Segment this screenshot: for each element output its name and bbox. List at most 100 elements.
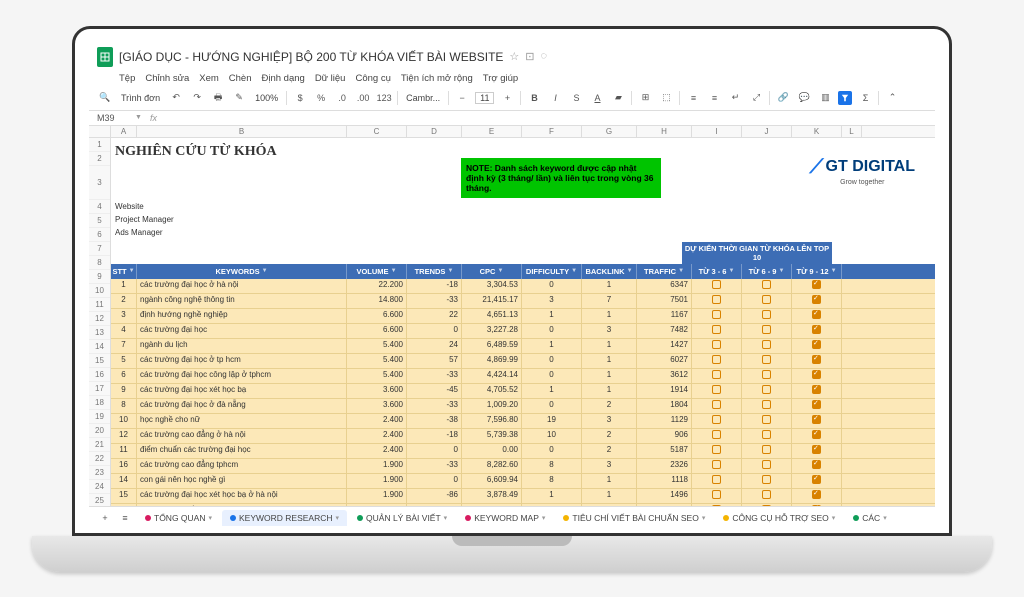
checkbox[interactable] [712,385,721,394]
cell[interactable]: -33 [407,459,462,473]
checkbox[interactable] [762,385,771,394]
checkbox[interactable] [812,280,821,289]
table-row[interactable]: 15các trường đại học xét học bạ ở hà nội… [111,489,935,504]
row-header[interactable]: 2 [89,152,110,166]
cell[interactable]: 16 [111,459,137,473]
table-header[interactable]: TRAFFIC▼ [637,264,692,279]
checkbox[interactable] [812,340,821,349]
menu-format[interactable]: Định dạng [262,73,305,84]
cell[interactable]: 0 [522,324,582,338]
checkbox[interactable] [812,295,821,304]
sheet-tab[interactable]: KEYWORD MAP▾ [457,510,553,526]
checkbox[interactable] [762,370,771,379]
cell[interactable]: các trường đại học ở tp hcm [137,354,347,368]
cell[interactable]: 1118 [637,474,692,488]
checkbox[interactable] [762,295,771,304]
checkbox[interactable] [712,325,721,334]
zoom-select[interactable]: 100% [252,93,281,103]
checkbox[interactable] [812,325,821,334]
cell[interactable]: 8 [111,399,137,413]
cell[interactable]: các trường đại học công lập ở tphcm [137,369,347,383]
checkbox[interactable] [812,415,821,424]
cell[interactable]: điểm chuẩn các trường đại học [137,444,347,458]
row-header[interactable]: 10 [89,284,110,298]
halign-icon[interactable]: ≡ [685,90,701,106]
fill-color-icon[interactable]: ▰ [610,90,626,106]
checkbox[interactable] [762,430,771,439]
table-row[interactable]: 12các trường cao đẳng ở hà nội2.400-185,… [111,429,935,444]
tab-dropdown-icon[interactable]: ▾ [444,514,448,522]
comment-icon[interactable]: 💬 [796,90,812,106]
row-header[interactable]: 1 [89,138,110,152]
col-header[interactable]: G [582,126,637,137]
checkbox[interactable] [712,445,721,454]
tab-dropdown-icon[interactable]: ▾ [702,514,706,522]
cell[interactable]: 2 [111,294,137,308]
tab-dropdown-icon[interactable]: ▾ [542,514,546,522]
undo-icon[interactable]: ↶ [168,90,184,106]
decimal-inc-icon[interactable]: .00 [355,90,371,106]
cell[interactable]: -45 [407,384,462,398]
bold-icon[interactable]: B [526,90,542,106]
cell[interactable]: 1.900 [347,489,407,503]
checkbox[interactable] [812,355,821,364]
cell[interactable]: 4,424.14 [462,369,522,383]
checkbox[interactable] [712,370,721,379]
valign-icon[interactable]: ≡ [706,90,722,106]
checkbox[interactable] [762,415,771,424]
cell[interactable]: 6027 [637,354,692,368]
checkbox[interactable] [762,490,771,499]
table-row[interactable]: 10học nghề cho nữ2.400-387,596.801931129 [111,414,935,429]
cell[interactable]: 3,227.28 [462,324,522,338]
cell[interactable]: 4 [111,324,137,338]
cell[interactable]: 0 [522,444,582,458]
cell[interactable]: 6,489.59 [462,339,522,353]
table-row[interactable]: 16các trường cao đẳng tphcm1.900-338,282… [111,459,935,474]
checkbox[interactable] [812,310,821,319]
cell[interactable]: -33 [407,399,462,413]
checkbox[interactable] [712,475,721,484]
cell[interactable]: -18 [407,429,462,443]
cell[interactable]: 3,878.49 [462,489,522,503]
cell[interactable]: 1 [522,504,582,506]
table-row[interactable]: 6các trường đại học công lập ở tphcm5.40… [111,369,935,384]
cell[interactable]: -18 [407,279,462,293]
cell[interactable]: 3.600 [347,399,407,413]
cell[interactable]: 5.400 [347,339,407,353]
menu-edit[interactable]: Chỉnh sửa [145,73,189,84]
table-header[interactable]: TỪ 3 - 6▼ [692,264,742,279]
col-header[interactable]: B [137,126,347,137]
cell[interactable]: 7 [582,294,637,308]
table-row[interactable]: 13các ngành nghề hot hiện nay1.900-2300%… [111,504,935,506]
row-header[interactable]: 17 [89,382,110,396]
checkbox[interactable] [762,445,771,454]
row-header[interactable]: 5 [89,214,110,228]
cell[interactable]: 0 [522,369,582,383]
collapse-icon[interactable]: ⌃ [884,90,900,106]
sheet-tab[interactable]: TIÊU CHÍ VIẾT BÀI CHUẨN SEO▾ [555,510,713,526]
checkbox[interactable] [712,505,721,506]
cell[interactable]: 6 [111,369,137,383]
tab-dropdown-icon[interactable]: ▾ [832,514,836,522]
table-header[interactable]: TỪ 6 - 9▼ [742,264,792,279]
cell[interactable]: 22.200 [347,279,407,293]
menu-insert[interactable]: Chèn [229,73,252,84]
cell[interactable]: các ngành nghề hot hiện nay [137,504,347,506]
sheet-tab[interactable]: KEYWORD RESEARCH▾ [222,510,347,526]
row-header[interactable]: 9 [89,270,110,284]
cell[interactable]: 1 [582,489,637,503]
checkbox[interactable] [762,475,771,484]
cell[interactable]: 3 [582,414,637,428]
cell[interactable]: 12 [111,429,137,443]
cell[interactable]: 5.400 [347,369,407,383]
col-header[interactable]: H [637,126,692,137]
cell[interactable]: 6.600 [347,309,407,323]
table-header[interactable]: TỪ 9 - 12▼ [792,264,842,279]
namebox-dropdown-icon[interactable]: ▼ [135,114,142,121]
checkbox[interactable] [812,430,821,439]
cell[interactable]: 1 [522,339,582,353]
cell[interactable]: 3612 [637,369,692,383]
cell[interactable]: 15 [111,489,137,503]
cell[interactable]: các trường đại học xét học bạ ở hà nội [137,489,347,503]
row-header[interactable]: 4 [89,200,110,214]
